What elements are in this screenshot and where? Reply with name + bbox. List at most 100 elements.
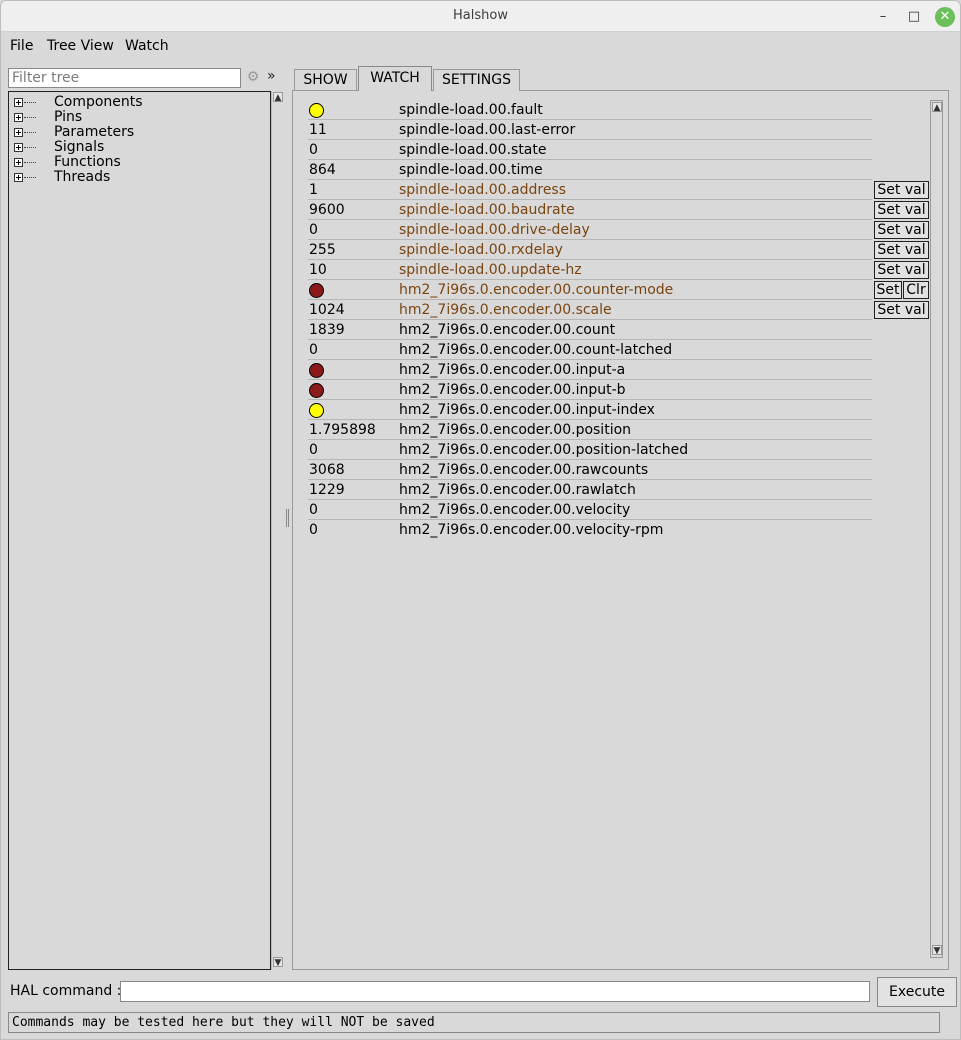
led-off-icon bbox=[309, 363, 324, 378]
watch-row: 0 hm2_7i96s.0.encoder.00.count-latched bbox=[308, 340, 872, 360]
expand-plus-icon[interactable] bbox=[14, 173, 23, 182]
tree-scrollbar[interactable]: ▲ ▼ bbox=[271, 91, 284, 970]
watch-item-name: hm2_7i96s.0.encoder.00.count-latched bbox=[399, 342, 673, 358]
watch-value: 11 bbox=[309, 122, 327, 138]
watch-item-name: hm2_7i96s.0.encoder.00.rawlatch bbox=[399, 482, 636, 498]
tab-settings[interactable]: SETTINGS bbox=[433, 69, 520, 91]
watch-value: 0 bbox=[309, 222, 318, 238]
clear-button[interactable]: Clr bbox=[903, 281, 929, 299]
watch-row: 3068 hm2_7i96s.0.encoder.00.rawcounts bbox=[308, 460, 872, 480]
watch-item-name: hm2_7i96s.0.encoder.00.input-b bbox=[399, 382, 626, 398]
watch-row: hm2_7i96s.0.encoder.00.input-b bbox=[308, 380, 872, 400]
watch-item-name: hm2_7i96s.0.encoder.00.input-index bbox=[399, 402, 655, 418]
watch-value: 1.795898 bbox=[309, 422, 376, 438]
watch-item-name: spindle-load.00.drive-delay bbox=[399, 222, 590, 238]
watch-item-name: hm2_7i96s.0.encoder.00.count bbox=[399, 322, 616, 338]
window-title: Halshow bbox=[453, 8, 508, 23]
watch-value: 1 bbox=[309, 182, 318, 198]
tree-item-label: Signals bbox=[54, 139, 105, 155]
filter-tree-input[interactable]: Filter tree bbox=[8, 68, 241, 88]
watch-row: 0 hm2_7i96s.0.encoder.00.velocity bbox=[308, 500, 872, 520]
watch-value: 1024 bbox=[309, 302, 345, 318]
watch-row: 0 spindle-load.00.drive-delay bbox=[308, 220, 872, 240]
tree-item-label: Parameters bbox=[54, 124, 135, 140]
watch-value: 10 bbox=[309, 262, 327, 278]
tree-item-label: Pins bbox=[54, 109, 83, 125]
watch-row: 255 spindle-load.00.rxdelay bbox=[308, 240, 872, 260]
watch-row: hm2_7i96s.0.encoder.00.counter-mode bbox=[308, 280, 872, 300]
watch-row: hm2_7i96s.0.encoder.00.input-index bbox=[308, 400, 872, 420]
tab-show[interactable]: SHOW bbox=[294, 69, 357, 91]
watch-item-name: hm2_7i96s.0.encoder.00.velocity-rpm bbox=[399, 522, 664, 538]
minimize-icon[interactable]: – bbox=[873, 7, 893, 27]
expand-plus-icon[interactable] bbox=[14, 98, 23, 107]
expand-more-icon[interactable]: » bbox=[267, 68, 276, 84]
watch-item-name: spindle-load.00.time bbox=[399, 162, 543, 178]
watch-item-name: spindle-load.00.last-error bbox=[399, 122, 576, 138]
maximize-icon[interactable]: □ bbox=[904, 7, 924, 27]
pane-sash-handle[interactable] bbox=[286, 509, 289, 527]
scroll-down-icon[interactable]: ▼ bbox=[273, 957, 283, 968]
set-val-button[interactable]: Set val bbox=[874, 181, 929, 199]
led-off-icon bbox=[309, 283, 324, 298]
expand-plus-icon[interactable] bbox=[14, 128, 23, 137]
execute-button[interactable]: Execute bbox=[877, 977, 957, 1007]
watch-value: 0 bbox=[309, 142, 318, 158]
watch-scrollbar[interactable]: ▲ ▼ bbox=[930, 100, 943, 958]
watch-item-name: spindle-load.00.state bbox=[399, 142, 547, 158]
watch-value: 0 bbox=[309, 502, 318, 518]
watch-row: 11 spindle-load.00.last-error bbox=[308, 120, 872, 140]
watch-row: 10 spindle-load.00.update-hz bbox=[308, 260, 872, 280]
watch-item-name: hm2_7i96s.0.encoder.00.input-a bbox=[399, 362, 626, 378]
scroll-up-icon[interactable]: ▲ bbox=[932, 102, 942, 113]
set-val-button[interactable]: Set val bbox=[874, 221, 929, 239]
watch-value: 255 bbox=[309, 242, 336, 258]
tree-connector bbox=[24, 177, 36, 178]
close-icon[interactable]: ✕ bbox=[935, 7, 955, 27]
tab-watch[interactable]: WATCH bbox=[358, 66, 432, 91]
watch-item-name: spindle-load.00.update-hz bbox=[399, 262, 582, 278]
watch-value: 1229 bbox=[309, 482, 345, 498]
expand-plus-icon[interactable] bbox=[14, 113, 23, 122]
led-on-icon bbox=[309, 103, 324, 118]
set-val-button[interactable]: Set val bbox=[874, 241, 929, 259]
tree-connector bbox=[24, 147, 36, 148]
menu-tree-view[interactable]: Tree View bbox=[47, 38, 114, 54]
tree-connector bbox=[24, 102, 36, 103]
set-val-button[interactable]: Set val bbox=[874, 301, 929, 319]
tree-connector bbox=[24, 162, 36, 163]
status-message: Commands may be tested here but they wil… bbox=[8, 1012, 940, 1033]
menu-file[interactable]: File bbox=[10, 38, 33, 54]
watch-item-name: hm2_7i96s.0.encoder.00.position bbox=[399, 422, 632, 438]
tree-item-label: Components bbox=[54, 94, 143, 110]
set-val-button[interactable]: Set val bbox=[874, 201, 929, 219]
watch-row: 1 spindle-load.00.address bbox=[308, 180, 872, 200]
hal-command-input[interactable] bbox=[120, 981, 870, 1002]
watch-value: 864 bbox=[309, 162, 336, 178]
set-val-button[interactable]: Set val bbox=[874, 261, 929, 279]
expand-plus-icon[interactable] bbox=[14, 158, 23, 167]
watch-row: 0 spindle-load.00.state bbox=[308, 140, 872, 160]
watch-item-name: spindle-load.00.fault bbox=[399, 102, 543, 118]
watch-value: 0 bbox=[309, 522, 318, 538]
watch-item-name: hm2_7i96s.0.encoder.00.velocity bbox=[399, 502, 631, 518]
set-button[interactable]: Set bbox=[874, 281, 902, 299]
watch-row: 9600 spindle-load.00.baudrate bbox=[308, 200, 872, 220]
scroll-down-icon[interactable]: ▼ bbox=[932, 945, 942, 956]
gear-icon[interactable]: ⚙ bbox=[245, 69, 261, 85]
tree-item-label: Threads bbox=[54, 169, 111, 185]
watch-item-name: spindle-load.00.rxdelay bbox=[399, 242, 563, 258]
watch-value: 0 bbox=[309, 442, 318, 458]
watch-row: 1229 hm2_7i96s.0.encoder.00.rawlatch bbox=[308, 480, 872, 500]
menu-bar: File Tree View Watch bbox=[1, 32, 960, 60]
watch-row: 0 hm2_7i96s.0.encoder.00.position-latched bbox=[308, 440, 872, 460]
watch-value: 9600 bbox=[309, 202, 345, 218]
hal-command-label: HAL command : bbox=[10, 983, 122, 999]
expand-plus-icon[interactable] bbox=[14, 143, 23, 152]
watch-row: 864 spindle-load.00.time bbox=[308, 160, 872, 180]
scroll-up-icon[interactable]: ▲ bbox=[273, 92, 283, 103]
menu-watch[interactable]: Watch bbox=[125, 38, 169, 54]
watch-panel: spindle-load.00.fault 11 spindle-load.00.l… bbox=[292, 90, 949, 970]
tree-connector bbox=[24, 117, 36, 118]
watch-item-name: hm2_7i96s.0.encoder.00.counter-mode bbox=[399, 282, 674, 298]
